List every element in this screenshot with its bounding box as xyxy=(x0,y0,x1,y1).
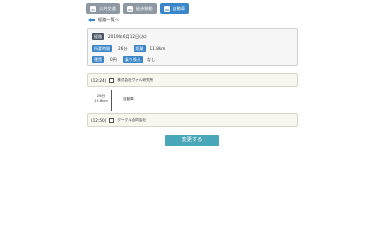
fare-label: 運賃 xyxy=(92,56,104,63)
car-icon xyxy=(163,5,170,12)
segment-line xyxy=(111,90,113,111)
change-button[interactable]: 変更する xyxy=(165,135,219,146)
destination-stop: (12:50) グーグル合同会社 xyxy=(87,113,298,127)
segment-distance: 11.8km xyxy=(94,99,108,103)
segment-meta: 26分 11.8km xyxy=(93,94,109,104)
walk-icon xyxy=(126,5,133,12)
fare-value: 0円 xyxy=(110,56,117,62)
date-row: 経路 2019年6月12日(水) xyxy=(92,33,147,40)
distance-value: 11.8km xyxy=(149,46,166,51)
fare-transfer-row: 運賃 0円 乗り換え なし xyxy=(92,56,155,63)
back-link-label: 経路一覧へ xyxy=(98,17,119,22)
origin-checkbox[interactable] xyxy=(109,77,115,83)
date-label: 経路 xyxy=(92,33,104,40)
origin-time: (12:24) xyxy=(91,77,107,83)
destination-time: (12:50) xyxy=(91,117,107,123)
transfer-value: なし xyxy=(146,56,156,62)
tab-walking[interactable]: 徒歩移動 xyxy=(122,3,157,14)
destination-name: グーグル合同会社 xyxy=(117,117,147,122)
distance-label: 距離 xyxy=(133,45,146,52)
train-icon xyxy=(90,5,96,12)
tab-label: 公共交通 xyxy=(99,5,116,11)
route-segment: 26分 11.8km 自動車 xyxy=(87,90,298,111)
origin-stop: (12:24) 株式会社ヴァル研究所 xyxy=(87,73,298,87)
back-arrow-icon xyxy=(88,17,95,23)
back-to-route-list-link[interactable]: 経路一覧へ xyxy=(88,17,119,23)
transport-mode-tabs: 公共交通 徒歩移動 自動車 xyxy=(86,3,190,14)
tab-public-transport[interactable]: 公共交通 xyxy=(86,3,120,14)
date-value: 2019年6月12日(水) xyxy=(108,33,147,39)
tab-car[interactable]: 自動車 xyxy=(159,3,190,14)
tab-label: 徒歩移動 xyxy=(135,5,153,11)
required-time-value: 26分 xyxy=(118,45,128,51)
time-distance-row: 所要時間 26分 距離 11.8km xyxy=(92,45,165,52)
tab-label: 自動車 xyxy=(172,5,186,11)
route-summary-card: 経路 2019年6月12日(水) 所要時間 26分 距離 11.8km 運賃 0… xyxy=(87,28,298,66)
segment-mode: 自動車 xyxy=(123,97,134,101)
required-time-label: 所要時間 xyxy=(92,45,112,52)
destination-checkbox[interactable] xyxy=(109,117,115,123)
origin-name: 株式会社ヴァル研究所 xyxy=(117,77,154,82)
transfer-label: 乗り換え xyxy=(122,56,143,63)
